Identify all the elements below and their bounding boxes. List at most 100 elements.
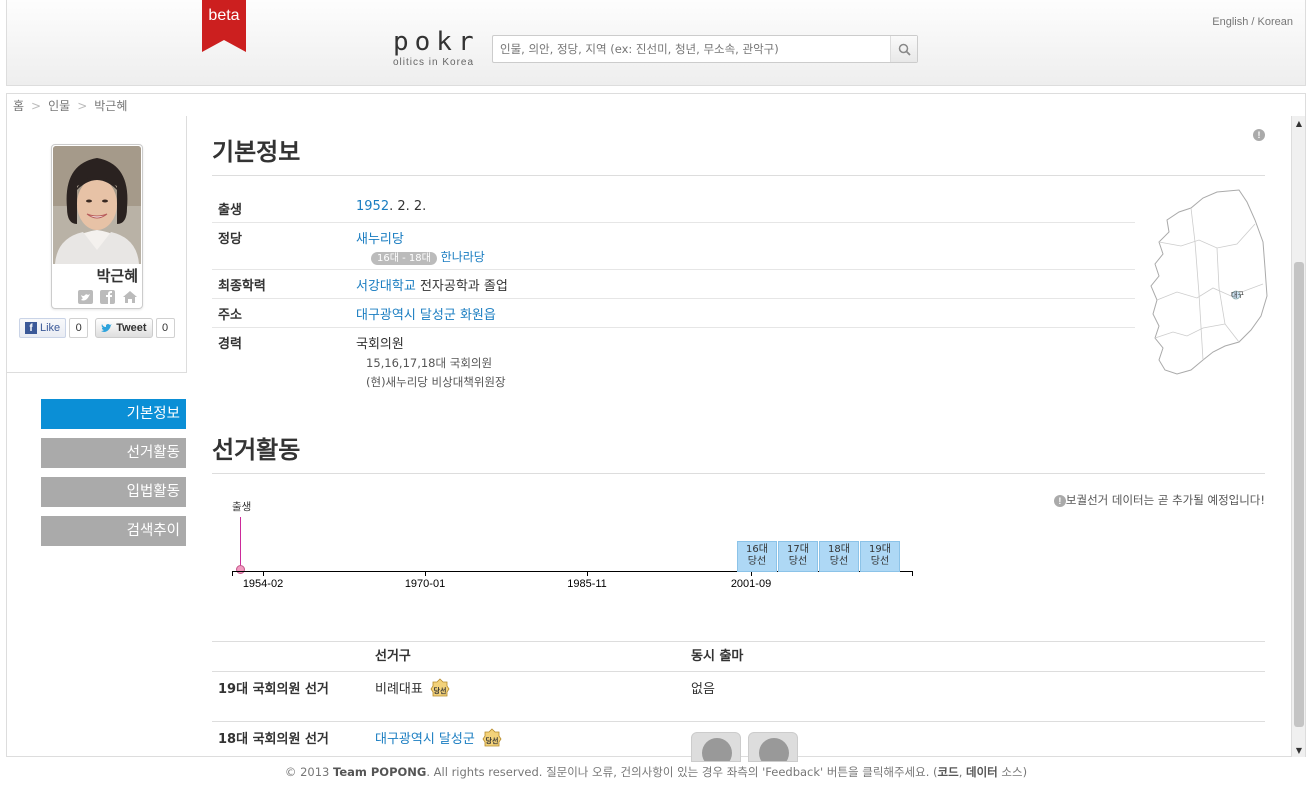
header-empty (212, 642, 375, 671)
info-label: 출생 (218, 203, 242, 218)
birth-marker-label: 출생 (232, 501, 252, 513)
timeline-label: 2001-09 (730, 578, 772, 590)
birth-year-link[interactable]: 1952 (356, 199, 389, 214)
box-line2: 당선 (870, 556, 890, 567)
facebook-like-button[interactable]: f Like (19, 318, 67, 338)
basic-info-table: 출생 1952. 2. 2. 정당 새누리당 16대 - 18대 한나라당 최종… (212, 194, 1135, 394)
footer: © 2013 Team POPONG. All rights reserved.… (0, 764, 1312, 780)
facebook-f-icon: f (25, 322, 37, 334)
info-row-career: 경력 국회의원 15,16,17,18대 국회의원 (현)새누리당 비상대책위원… (212, 328, 1135, 394)
lang-separator: / (1248, 16, 1258, 28)
box-line2: 당선 (747, 556, 767, 567)
person-name: 박근혜 (96, 267, 138, 285)
site-header: beta pokr olitics in Korea English / Kor… (6, 0, 1306, 86)
info-icon[interactable]: ! (1253, 129, 1265, 141)
win-badge-icon: 당선 (482, 727, 502, 746)
pokr-logo[interactable]: pokr olitics in Korea (393, 28, 483, 68)
tweet-button[interactable]: Tweet (95, 318, 153, 338)
tweet-label: Tweet (116, 322, 147, 334)
timeline-election-17[interactable]: 17대 당선 (778, 541, 818, 572)
scroll-down-arrow-icon[interactable]: ▼ (1292, 743, 1306, 757)
election-title: 선거활동 (212, 430, 1265, 474)
birth-marker-dot[interactable] (236, 565, 245, 574)
box-line2: 당선 (788, 556, 808, 567)
current-party-link[interactable]: 새누리당 (356, 232, 404, 247)
timeline-election-19[interactable]: 19대 당선 (860, 541, 900, 572)
timeline-label: 1985-11 (567, 578, 607, 590)
social-icons (78, 290, 138, 304)
search-input[interactable] (493, 36, 890, 62)
timeline-tick (587, 571, 588, 576)
lang-english-link[interactable]: English (1212, 16, 1248, 28)
birth-value: 1952. 2. 2. (356, 199, 426, 217)
header-concurrent: 동시 출마 (691, 649, 744, 664)
info-row-address: 주소 대구광역시 달성군 화원읍 (212, 299, 1135, 328)
info-label: 경력 (218, 337, 242, 352)
footer-text: . All rights reserved. 질문이나 오류, 건의사항이 있는… (426, 765, 938, 779)
box-line1: 19대 (869, 544, 891, 555)
profile-box: 박근혜 f Like 0 Tweet 0 (7, 116, 187, 373)
breadcrumb-people[interactable]: 인물 (48, 99, 70, 113)
info-label: 정당 (218, 232, 242, 247)
district-link[interactable]: 대구광역시 달성군 (375, 732, 475, 747)
home-icon[interactable] (122, 290, 138, 304)
scroll-thumb[interactable] (1294, 262, 1304, 727)
language-switcher: English / Korean (1212, 16, 1293, 28)
fb-like-label: Like (40, 322, 61, 334)
candidate-avatar[interactable] (691, 732, 741, 762)
career-sub: (현)새누리당 비상대책위원장 (366, 375, 506, 389)
breadcrumb-current: 박근혜 (94, 99, 128, 113)
address-link[interactable]: 대구광역시 달성군 화원읍 (356, 308, 496, 323)
past-party-link[interactable]: 한나라당 (441, 250, 485, 264)
nav-basic-info[interactable]: 기본정보 (41, 399, 186, 429)
district-text: 비례대표 (375, 682, 423, 697)
beta-ribbon: beta (202, 0, 246, 52)
search-icon (898, 43, 911, 56)
timeline-tick (425, 571, 426, 576)
scroll-up-arrow-icon[interactable]: ▲ (1292, 116, 1306, 130)
timeline-tick (912, 571, 913, 576)
district-cell: 비례대표 당선 (375, 677, 691, 721)
timeline-tick (232, 571, 233, 576)
election-timeline: 출생 1954-02 1970-01 1985-11 2001-09 16대 당선… (232, 499, 932, 590)
twitter-icon[interactable] (78, 290, 94, 304)
side-nav: 기본정보 선거활동 입법활동 검색추이 (41, 399, 186, 555)
vertical-scrollbar[interactable]: ▲ ▼ (1291, 116, 1305, 757)
logo-sub: olitics in Korea (393, 57, 475, 68)
footer-data-link[interactable]: 데이터 (966, 765, 998, 779)
main-frame: 홈 > 인물 > 박근혜 박근혜 f Like 0 Tweet 0 기본정보 선… (6, 93, 1306, 762)
info-label: 주소 (218, 308, 242, 323)
info-icon: ! (1053, 495, 1066, 507)
box-line2: 당선 (829, 556, 849, 567)
korea-map[interactable]: 대구 (1147, 184, 1272, 389)
school-link[interactable]: 서강대학교 (356, 279, 416, 294)
info-row-education: 최종학력 서강대학교 전자공학과 졸업 (212, 270, 1135, 299)
footer-prefix: © 2013 (284, 765, 333, 779)
breadcrumb-sep: > (77, 99, 88, 113)
nav-election[interactable]: 선거활동 (41, 438, 186, 468)
education-value: 서강대학교 전자공학과 졸업 (356, 275, 508, 294)
footer-suffix: 소스) (997, 765, 1028, 779)
timeline-election-18[interactable]: 18대 당선 (819, 541, 859, 572)
box-line1: 18대 (828, 544, 850, 555)
box-line1: 16대 (746, 544, 768, 555)
search-button[interactable] (890, 36, 917, 62)
fb-like-count: 0 (69, 318, 89, 338)
info-row-birth: 출생 1952. 2. 2. (212, 194, 1135, 223)
nav-search-trend[interactable]: 검색추이 (41, 516, 186, 546)
footer-code-link[interactable]: 코드 (938, 765, 959, 779)
footer-team: Team POPONG (333, 765, 427, 779)
timeline-election-16[interactable]: 16대 당선 (737, 541, 777, 572)
party-period-badge: 16대 - 18대 (371, 252, 437, 265)
candidate-avatar[interactable] (748, 732, 798, 762)
table-header: 선거구 동시 출마 (212, 642, 1265, 672)
timeline-label: 1954-02 (242, 578, 284, 590)
concurrent-cell: 없음 (691, 682, 715, 697)
win-badge-text: 당선 (486, 736, 499, 745)
facebook-icon[interactable] (100, 290, 116, 304)
info-row-party: 정당 새누리당 16대 - 18대 한나라당 (212, 223, 1135, 270)
lang-korean-link[interactable]: Korean (1258, 16, 1293, 28)
twitter-bird-icon (101, 324, 113, 332)
breadcrumb-home[interactable]: 홈 (13, 99, 24, 113)
nav-legislation[interactable]: 입법활동 (41, 477, 186, 507)
